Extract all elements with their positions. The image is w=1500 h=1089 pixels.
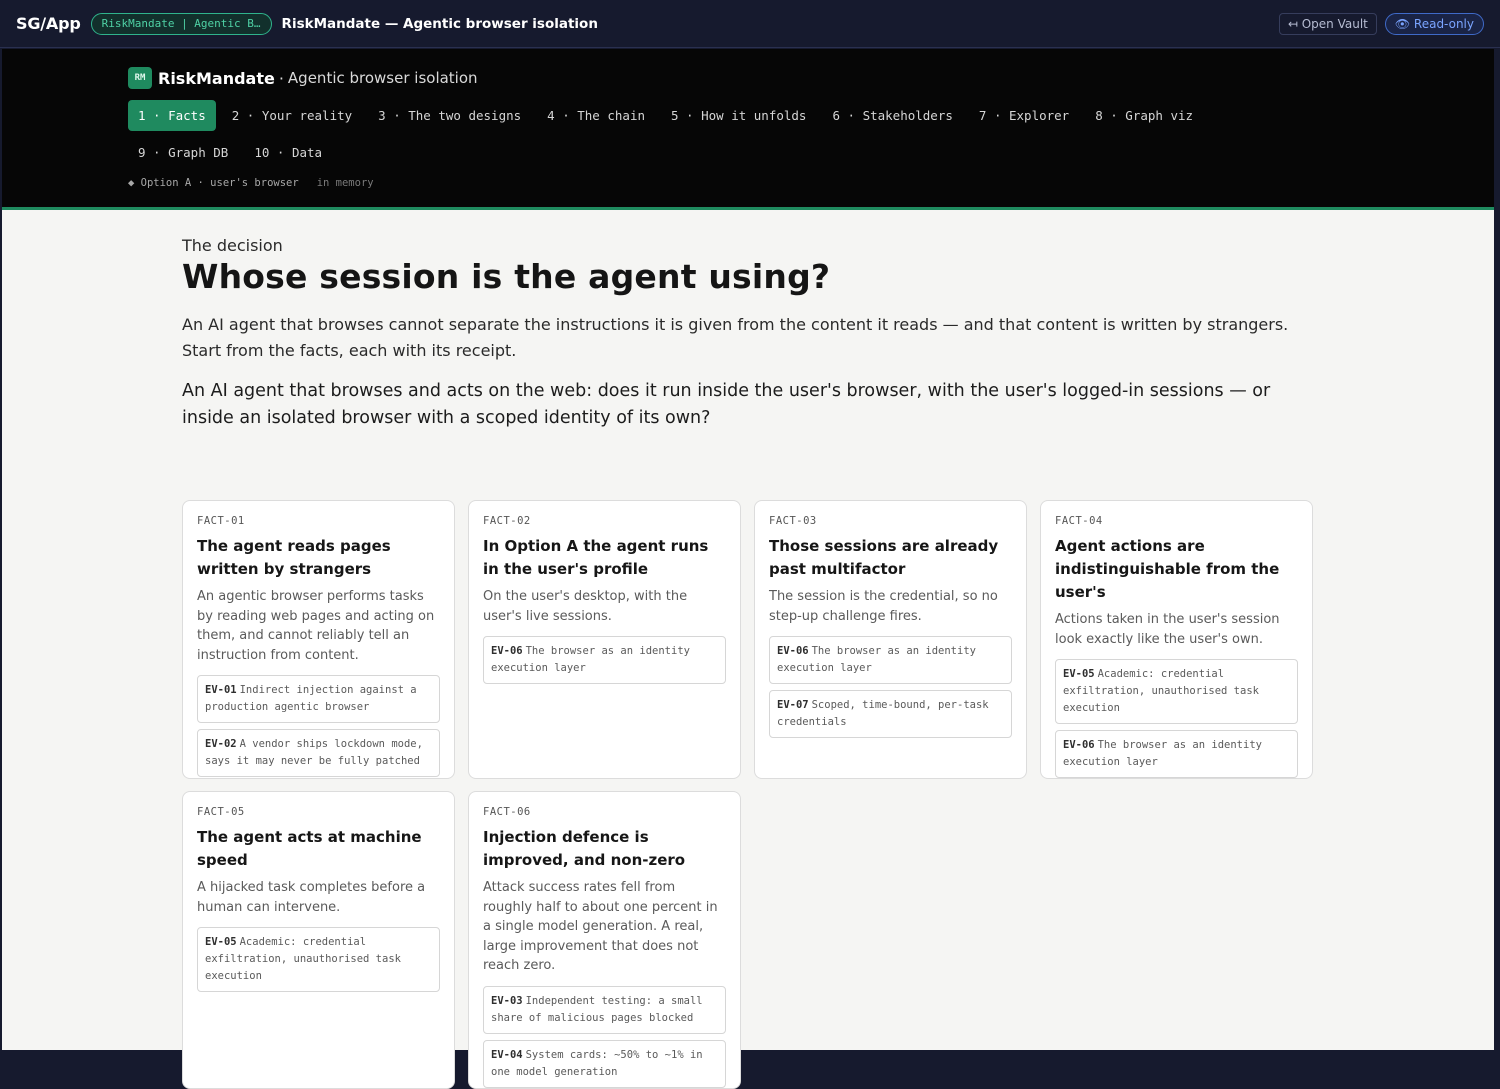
evidence-chip[interactable]: EV-05 Academic: credential exfiltration, …: [197, 927, 440, 992]
fact-card: FACT-05 The agent acts at machine speed …: [182, 791, 455, 1089]
fact-body: The session is the credential, so no ste…: [769, 589, 998, 624]
page-title: Whose session is the agent using?: [182, 257, 831, 296]
evidence-id: EV-06: [777, 645, 809, 657]
evidence-chip[interactable]: EV-01 Indirect injection against a produc…: [197, 675, 440, 723]
fact-body: Actions taken in the user's session look…: [1055, 612, 1280, 647]
breadcrumb-pill[interactable]: RiskMandate | Agentic B…: [90, 12, 272, 35]
tab-two-designs[interactable]: 3 · The two designs: [368, 100, 531, 131]
status-state: in memory: [316, 177, 374, 189]
evidence-id: EV-05: [205, 936, 237, 948]
app-brand[interactable]: SG/App: [16, 14, 81, 33]
fact-body: An agentic browser performs tasks by rea…: [197, 589, 435, 663]
fact-title: Agent actions are indistinguishable from…: [1055, 537, 1280, 601]
tab-your-reality[interactable]: 2 · Your reality: [222, 100, 362, 131]
decision-question: An AI agent that browses and acts on the…: [182, 381, 1271, 428]
open-vault-button[interactable]: ↤ Open Vault: [1278, 12, 1377, 35]
evidence-id: EV-06: [1063, 739, 1095, 751]
evidence-text: A vendor ships lockdown mode, says it ma…: [205, 738, 423, 767]
evidence-chip[interactable]: EV-06 The browser as an identity executio…: [483, 636, 726, 684]
document-frame: RM RiskMandate · Agentic browser isolati…: [0, 49, 1500, 1089]
main-content: The decision Whose session is the agent …: [2, 210, 1494, 1089]
evidence-id: EV-07: [777, 699, 809, 711]
read-only-badge[interactable]: 👁 Read-only: [1384, 12, 1484, 35]
tab-graph-viz[interactable]: 8 · Graph viz: [1085, 100, 1203, 131]
tab-the-chain[interactable]: 4 · The chain: [537, 100, 655, 131]
fact-body: A hijacked task completes before a human…: [197, 880, 426, 915]
fact-card: FACT-02 In Option A the agent runs in th…: [468, 500, 741, 779]
fact-title: Those sessions are already past multifac…: [769, 537, 999, 578]
status-line: ◆ Option A · user's browser in memory: [128, 177, 374, 189]
title-separator: ·: [278, 68, 284, 88]
tab-data[interactable]: 10 · Data: [244, 137, 332, 168]
evidence-id: EV-03: [491, 994, 523, 1007]
fact-id: FACT-03: [769, 515, 817, 527]
fact-title: Injection defence is improved, and non-z…: [483, 828, 686, 869]
doc-subtitle: Agentic browser isolation: [287, 69, 478, 87]
fact-title: The agent reads pages written by strange…: [197, 537, 391, 578]
status-option: ◆ Option A · user's browser: [128, 177, 299, 189]
section-tabs: 1 · Facts 2 · Your reality 3 · The two d…: [128, 100, 1308, 168]
tab-explorer[interactable]: 7 · Explorer: [969, 100, 1079, 131]
tab-how-it-unfolds[interactable]: 5 · How it unfolds: [661, 100, 816, 131]
tab-stakeholders[interactable]: 6 · Stakeholders: [822, 100, 962, 131]
evidence-chip[interactable]: EV-02 A vendor ships lockdown mode, says …: [197, 729, 440, 777]
fact-id: FACT-06: [483, 806, 531, 818]
evidence-id: EV-05: [1063, 668, 1095, 680]
evidence-id: EV-06: [491, 645, 523, 657]
fact-card: FACT-03 Those sessions are already past …: [754, 500, 1027, 779]
evidence-chip[interactable]: EV-06 The browser as an identity executio…: [1055, 730, 1298, 778]
evidence-chip[interactable]: EV-07 Scoped, time-bound, per-task creden…: [769, 690, 1012, 738]
tab-graph-db[interactable]: 9 · Graph DB: [128, 137, 238, 168]
doc-app-name: RiskMandate: [158, 68, 275, 88]
fact-title: The agent acts at machine speed: [197, 828, 422, 869]
evidence-id: EV-01: [205, 684, 237, 696]
tab-facts[interactable]: 1 · Facts: [128, 100, 216, 131]
fact-id: FACT-01: [197, 515, 245, 527]
fact-title: In Option A the agent runs in the user's…: [483, 537, 709, 578]
fact-body: On the user's desktop, with the user's l…: [483, 589, 688, 624]
evidence-chip[interactable]: EV-03 Independent testing: a small share …: [483, 985, 726, 1034]
app-logo-badge: RM: [128, 67, 152, 89]
fact-body: Attack success rates fell from roughly h…: [483, 880, 718, 973]
fact-id: FACT-02: [483, 515, 531, 527]
evidence-id: EV-02: [205, 738, 237, 750]
fact-card: FACT-04 Agent actions are indistinguisha…: [1040, 500, 1313, 779]
evidence-chip[interactable]: EV-04 System cards: ~50% to ~1% in one mo…: [483, 1039, 726, 1088]
topbar-actions: ↤ Open Vault 👁 Read-only: [1278, 12, 1484, 35]
doc-header-title-row: RM RiskMandate · Agentic browser isolati…: [128, 67, 478, 89]
evidence-chip[interactable]: EV-06 The browser as an identity executio…: [769, 636, 1012, 684]
fact-card: FACT-01 The agent reads pages written by…: [182, 500, 455, 779]
window-title: RiskMandate — Agentic browser isolation: [281, 15, 598, 32]
section-eyebrow: The decision: [182, 236, 283, 255]
evidence-chip[interactable]: EV-05 Academic: credential exfiltration, …: [1055, 659, 1298, 724]
doc-header: RM RiskMandate · Agentic browser isolati…: [2, 49, 1494, 210]
fact-id: FACT-05: [197, 806, 245, 818]
fact-card: FACT-06 Injection defence is improved, a…: [468, 791, 741, 1089]
evidence-id: EV-04: [491, 1048, 523, 1061]
app-topbar: SG/App RiskMandate | Agentic B… RiskMand…: [0, 0, 1500, 48]
lead-paragraph: An AI agent that browses cannot separate…: [182, 315, 1289, 360]
fact-id: FACT-04: [1055, 515, 1103, 527]
